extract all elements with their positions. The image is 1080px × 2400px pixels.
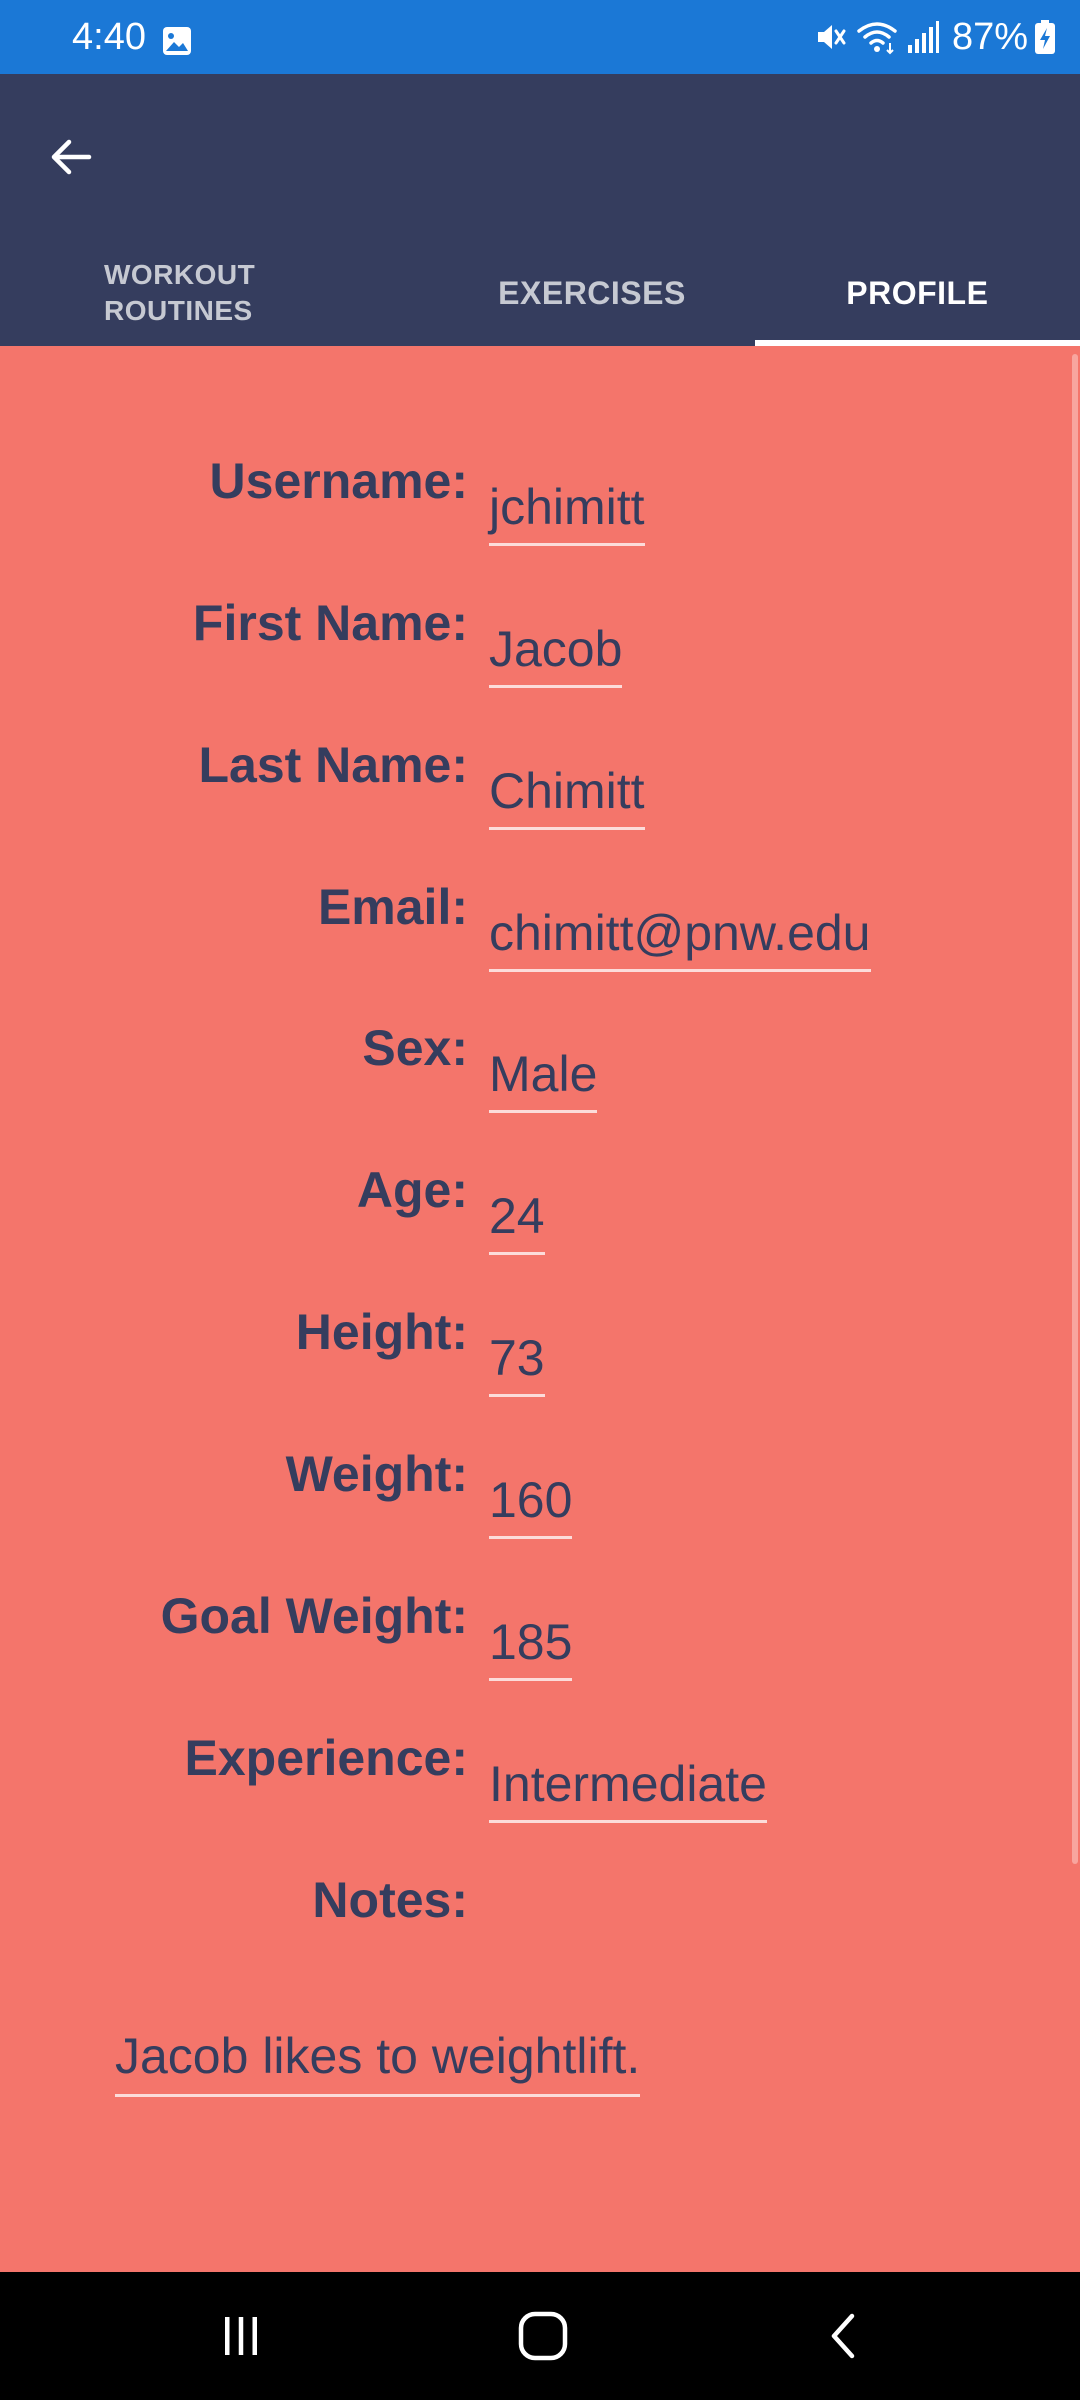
weight-field[interactable]: 160	[489, 1470, 573, 1539]
wifi-icon	[856, 19, 898, 55]
username-label: Username:	[209, 453, 468, 509]
tab-workout-routines[interactable]: WORKOUT ROUTINES	[0, 240, 429, 346]
age-field[interactable]: 24	[489, 1186, 545, 1255]
first-name-row: First Name: Jacob	[0, 593, 1080, 703]
status-bar: 4:40 87%	[0, 0, 1080, 74]
height-field[interactable]: 73	[489, 1328, 545, 1397]
sex-field[interactable]: Male	[489, 1044, 598, 1113]
tab-workout-routines-label: WORKOUT ROUTINES	[104, 259, 256, 326]
sex-label: Sex:	[362, 1020, 468, 1076]
tab-profile-label: PROFILE	[846, 274, 989, 311]
last-name-row: Last Name: Chimitt	[0, 735, 1080, 845]
experience-field[interactable]: Intermediate	[489, 1754, 767, 1823]
system-back-button[interactable]	[795, 2296, 895, 2376]
battery-charging-icon	[1034, 19, 1056, 55]
age-label: Age:	[356, 1162, 468, 1218]
arrow-left-icon	[51, 139, 92, 175]
home-icon	[518, 2311, 568, 2361]
system-nav-bar	[0, 2272, 1080, 2400]
email-label: Email:	[317, 879, 468, 935]
first-name-label: First Name:	[192, 595, 468, 651]
sex-row: Sex: Male	[0, 1018, 1080, 1128]
last-name-field[interactable]: Chimitt	[489, 761, 645, 830]
tab-bar: WORKOUT ROUTINES EXERCISES PROFILE	[0, 240, 1080, 346]
notes-label: Notes:	[312, 1872, 468, 1928]
first-name-field[interactable]: Jacob	[489, 619, 623, 688]
tab-exercises[interactable]: EXERCISES	[429, 240, 754, 346]
battery-percentage: 87%	[951, 16, 1028, 58]
recent-apps-button[interactable]	[191, 2296, 291, 2376]
gallery-icon	[162, 26, 192, 56]
height-label: Height:	[295, 1304, 468, 1360]
last-name-label: Last Name:	[198, 737, 468, 793]
app-bar: WORKOUT ROUTINES EXERCISES PROFILE	[0, 74, 1080, 346]
email-field[interactable]: chimitt@pnw.edu	[489, 903, 871, 972]
signal-icon	[904, 19, 940, 55]
experience-row: Experience: Intermediate	[0, 1728, 1080, 1838]
recent-apps-icon	[225, 2317, 257, 2355]
goal-weight-row: Goal Weight: 185	[0, 1586, 1080, 1696]
goal-weight-label: Goal Weight:	[160, 1588, 468, 1644]
username-row: Username: jchimitt	[0, 451, 1080, 561]
back-button[interactable]	[28, 114, 114, 200]
username-field[interactable]: jchimitt	[489, 477, 645, 546]
experience-label: Experience:	[184, 1730, 468, 1786]
notes-row: Notes:	[0, 1870, 1080, 1980]
email-row: Email: chimitt@pnw.edu	[0, 877, 1080, 987]
back-icon	[831, 2313, 855, 2359]
profile-content[interactable]: Username: jchimitt First Name: Jacob Las…	[0, 346, 1080, 2272]
status-time: 4:40	[72, 16, 146, 58]
weight-label: Weight:	[285, 1446, 468, 1502]
age-row: Age: 24	[0, 1160, 1080, 1270]
tab-exercises-label: EXERCISES	[498, 274, 686, 311]
goal-weight-field[interactable]: 185	[489, 1612, 573, 1681]
home-button[interactable]	[493, 2296, 593, 2376]
height-row: Height: 73	[0, 1302, 1080, 1412]
notes-field[interactable]: Jacob likes to weightlift.	[115, 2026, 641, 2097]
status-icons: 87%	[812, 14, 1056, 60]
tab-profile[interactable]: PROFILE	[754, 240, 1080, 346]
mute-icon	[812, 19, 848, 55]
weight-row: Weight: 160	[0, 1444, 1080, 1554]
